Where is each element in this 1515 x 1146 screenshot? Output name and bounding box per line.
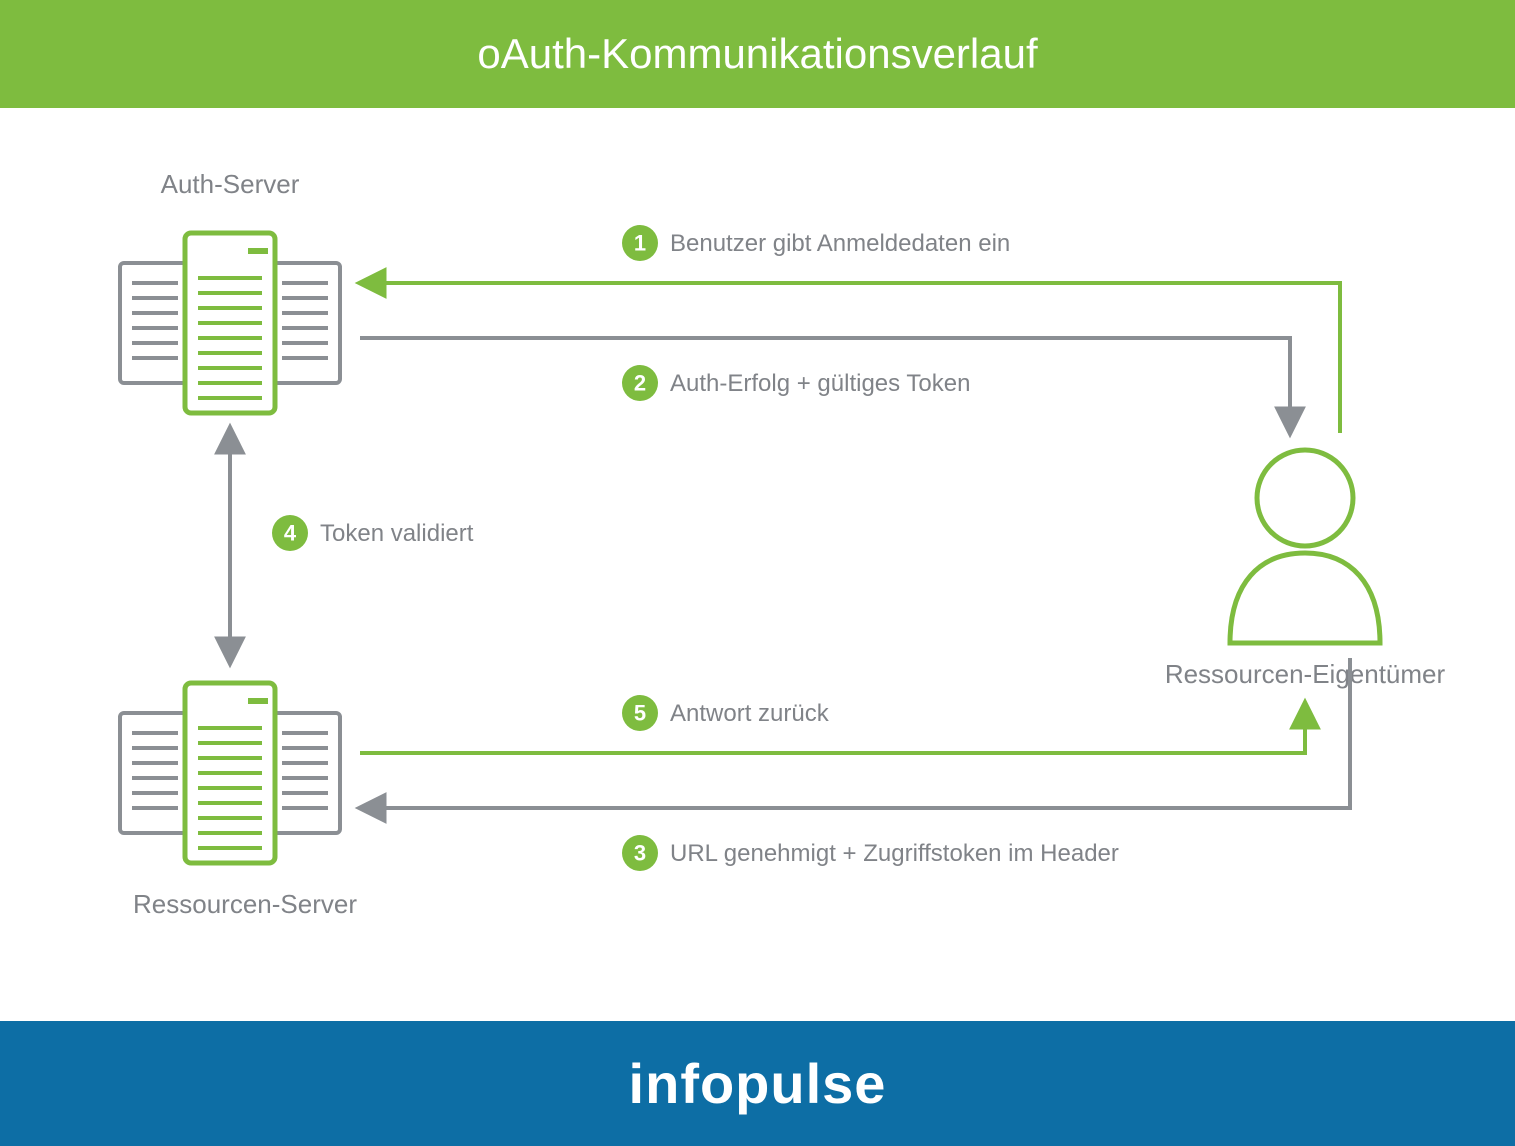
svg-text:4: 4 xyxy=(284,521,297,546)
footer-logo: infopulse xyxy=(0,1021,1515,1146)
svg-text:Benutzer gibt Anmeldedaten ein: Benutzer gibt Anmeldedaten ein xyxy=(670,230,1010,257)
step-4: 4 Token validiert xyxy=(272,515,474,551)
svg-text:5: 5 xyxy=(634,701,646,726)
arrow-step-1 xyxy=(360,283,1340,433)
step-3: 3 URL genehmigt + Zugriffstoken im Heade… xyxy=(622,835,1119,871)
svg-text:Auth-Erfolg + gültiges Token: Auth-Erfolg + gültiges Token xyxy=(670,370,970,397)
svg-text:Token validiert: Token validiert xyxy=(320,520,474,547)
svg-text:URL genehmigt + Zugriffstoken: URL genehmigt + Zugriffstoken im Header xyxy=(670,840,1119,867)
step-5: 5 Antwort zurück xyxy=(622,695,830,731)
server-icon xyxy=(120,233,340,413)
user-icon xyxy=(1230,450,1380,643)
step-1: 1 Benutzer gibt Anmeldedaten ein xyxy=(622,225,1010,261)
page-title: oAuth-Kommunikationsverlauf xyxy=(0,0,1515,108)
svg-text:1: 1 xyxy=(634,231,646,256)
svg-text:3: 3 xyxy=(634,841,646,866)
svg-text:Antwort zurück: Antwort zurück xyxy=(670,700,830,727)
diagram-canvas: Auth-Server xyxy=(0,110,1515,1016)
svg-text:2: 2 xyxy=(634,371,646,396)
auth-server-label: Auth-Server xyxy=(161,169,300,199)
server-icon xyxy=(120,683,340,863)
step-2: 2 Auth-Erfolg + gültiges Token xyxy=(622,365,970,401)
arrow-step-5 xyxy=(360,703,1305,753)
resource-server-label: Ressourcen-Server xyxy=(133,889,357,919)
resource-owner-label: Ressourcen-Eigentümer xyxy=(1165,659,1446,689)
